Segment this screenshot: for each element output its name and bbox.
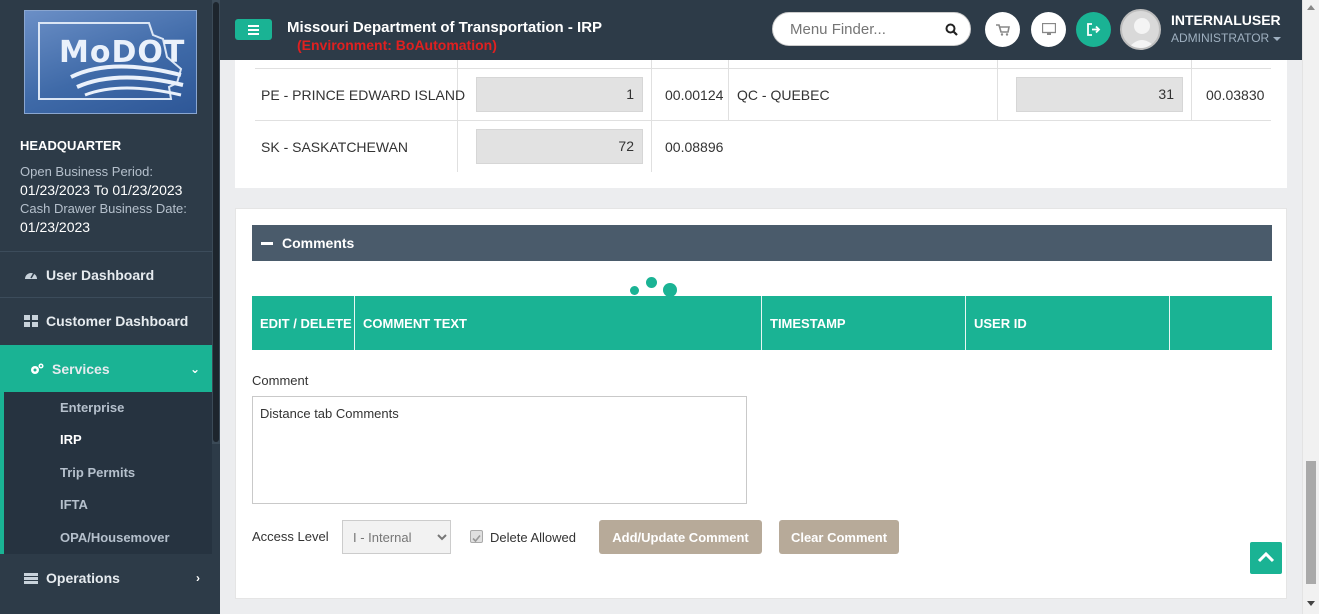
comment-textarea[interactable]: Distance tab Comments (252, 396, 747, 504)
cart-icon (995, 23, 1010, 36)
row-divider (255, 120, 1271, 121)
submenu-opa-housemover[interactable]: OPA/Housemover (60, 530, 170, 545)
scroll-down-arrow-icon[interactable] (1307, 601, 1315, 606)
monitor-icon (1041, 23, 1056, 35)
sidebar-scrollbar[interactable] (212, 0, 220, 444)
jurisdiction-name: QC - QUEBEC (737, 87, 830, 103)
comments-panel: Comments EDIT / DELETE COMMENT TEXT TIME… (235, 208, 1287, 599)
page-scrollbar[interactable] (1302, 0, 1319, 614)
chevron-up-icon (1257, 551, 1275, 563)
cash-drawer-label: Cash Drawer Business Date: (20, 201, 187, 216)
scrollbar-thumb[interactable] (213, 2, 219, 442)
comments-table-header: EDIT / DELETE COMMENT TEXT TIMESTAMP USE… (252, 296, 1272, 350)
delete-allowed-label: Delete Allowed (490, 530, 576, 545)
col-divider (651, 60, 652, 172)
divider (0, 297, 220, 298)
open-business-period-value: 01/23/2023 To 01/23/2023 (20, 182, 183, 198)
nav-label: Operations (46, 570, 120, 586)
percentage-value: 00.00124 (665, 87, 724, 103)
cart-button[interactable] (985, 12, 1020, 47)
scrollbar-thumb[interactable] (1306, 461, 1316, 584)
gears-icon (31, 363, 44, 374)
scroll-to-top-button[interactable] (1250, 542, 1282, 574)
submenu-trip-permits[interactable]: Trip Permits (60, 465, 135, 480)
col-divider (728, 60, 729, 120)
search-icon[interactable] (945, 23, 958, 36)
access-level-select[interactable]: I - Internal (342, 520, 451, 554)
miles-input[interactable]: 72 (476, 129, 643, 164)
caret-down-icon[interactable] (1273, 37, 1281, 41)
nav-user-dashboard[interactable]: User Dashboard (0, 255, 212, 295)
menu-finder[interactable] (772, 12, 971, 46)
col-divider (457, 60, 458, 172)
miles-input[interactable]: 31 (1016, 77, 1183, 112)
distance-panel: PE - PRINCE EDWARD ISLAND 1 00.00124 QC … (235, 60, 1287, 188)
logout-icon (1086, 23, 1100, 36)
col-timestamp: TIMESTAMP (762, 296, 966, 350)
logo-text: MoDOT (59, 35, 186, 70)
comment-label: Comment (252, 373, 309, 388)
check-icon (472, 534, 481, 543)
col-edit-delete: EDIT / DELETE (252, 296, 355, 350)
chevron-down-icon: ⌄ (189, 361, 200, 376)
nav-customer-dashboard[interactable]: Customer Dashboard (0, 301, 212, 341)
loading-dot (663, 283, 677, 297)
sidebar: MoDOT HEADQUARTER Open Business Period: … (0, 0, 220, 614)
nav-label: Services (52, 360, 110, 377)
logout-button[interactable] (1076, 12, 1111, 47)
grid-icon (24, 315, 38, 327)
nav-operations[interactable]: Operations › (0, 558, 212, 598)
app-title: Missouri Department of Transportation - … (287, 19, 603, 36)
loading-dot (646, 277, 657, 288)
environment-label: (Environment: BoAutomation) (297, 37, 497, 53)
nav-label: Customer Dashboard (46, 313, 189, 329)
divider (0, 251, 220, 252)
miles-input[interactable]: 1 (476, 77, 643, 112)
percentage-value: 00.08896 (665, 139, 724, 155)
access-level-label: Access Level (252, 529, 329, 544)
cash-drawer-value: 01/23/2023 (20, 219, 91, 235)
monitor-button[interactable] (1031, 12, 1066, 47)
user-name[interactable]: INTERNALUSER (1171, 12, 1281, 28)
col-user-id: USER ID (966, 296, 1170, 350)
comments-header[interactable]: Comments (252, 225, 1272, 261)
nav-label: User Dashboard (46, 267, 155, 283)
modot-logo: MoDOT (24, 10, 197, 114)
comments-title: Comments (282, 235, 355, 251)
row-divider (255, 68, 1271, 69)
chevron-right-icon: › (196, 571, 200, 585)
delete-allowed-checkbox[interactable] (470, 530, 483, 543)
user-role[interactable]: ADMINISTRATOR (1171, 31, 1269, 45)
menu-finder-input[interactable] (790, 21, 940, 38)
main-content: PE - PRINCE EDWARD ISLAND 1 00.00124 QC … (220, 60, 1302, 614)
submenu-irp[interactable]: IRP (60, 432, 82, 447)
top-header: Missouri Department of Transportation - … (220, 0, 1302, 60)
col-divider (997, 60, 998, 120)
jurisdiction-name: PE - PRINCE EDWARD ISLAND (261, 87, 466, 103)
scroll-up-arrow-icon[interactable] (1307, 5, 1315, 10)
add-update-comment-button[interactable]: Add/Update Comment (599, 520, 762, 554)
submenu-enterprise[interactable]: Enterprise (60, 400, 124, 415)
clear-comment-button[interactable]: Clear Comment (779, 520, 899, 554)
avatar[interactable] (1120, 9, 1161, 50)
user-avatar-icon (1128, 18, 1156, 48)
col-empty (1170, 296, 1272, 350)
col-comment-text: COMMENT TEXT (355, 296, 762, 350)
operations-icon (24, 573, 38, 584)
menu-toggle-button[interactable] (235, 19, 272, 40)
percentage-value: 00.03830 (1206, 87, 1265, 103)
submenu-ifta[interactable]: IFTA (60, 497, 88, 512)
office-name: HEADQUARTER (20, 138, 122, 153)
collapse-icon[interactable] (261, 242, 273, 245)
jurisdiction-name: SK - SASKATCHEWAN (261, 139, 409, 155)
loading-dot (630, 286, 639, 295)
open-business-period-label: Open Business Period: (20, 164, 153, 179)
dashboard-icon (25, 272, 37, 279)
nav-services[interactable]: Services ⌄ (0, 345, 212, 392)
services-submenu: Enterprise IRP Trip Permits IFTA OPA/Hou… (0, 392, 212, 554)
col-divider (1191, 60, 1192, 120)
